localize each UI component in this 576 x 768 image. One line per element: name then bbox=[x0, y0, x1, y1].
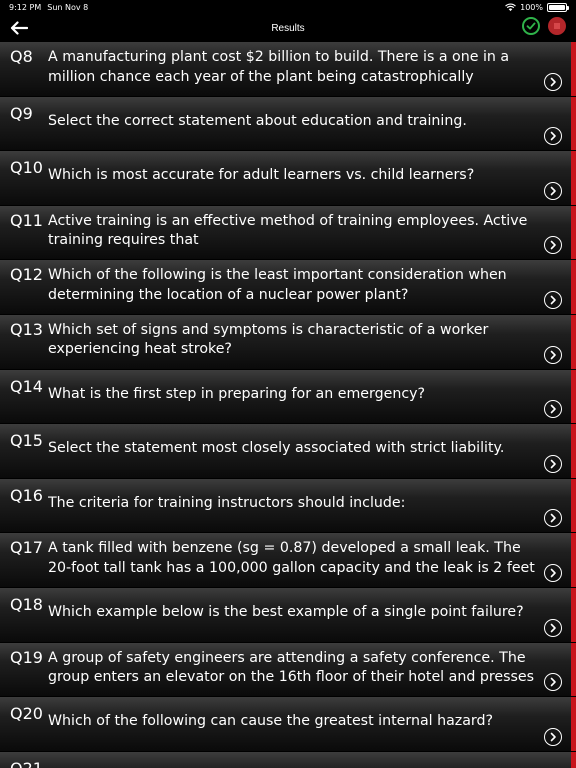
question-row[interactable]: Q11 Active training is an effective metho… bbox=[0, 205, 576, 261]
chevron-right-icon[interactable] bbox=[544, 673, 562, 692]
question-text-line: million chance each year of the plant be… bbox=[48, 68, 474, 85]
question-text: A group of safety engineers are attendin… bbox=[48, 649, 538, 688]
question-number: Q13 bbox=[10, 319, 43, 339]
chevron-right-icon[interactable] bbox=[544, 181, 562, 200]
question-number: Q12 bbox=[10, 265, 43, 285]
question-text: What is the first step in preparing for … bbox=[48, 385, 538, 405]
chevron-right-icon[interactable] bbox=[544, 345, 562, 364]
chevron-right-icon[interactable] bbox=[544, 727, 562, 746]
question-number: Q15 bbox=[10, 431, 43, 451]
question-number: Q14 bbox=[10, 376, 43, 396]
chevron-right-icon[interactable] bbox=[544, 290, 562, 309]
question-text-line: The criteria for training instructors sh… bbox=[48, 494, 406, 511]
question-text-line: group enters an elevator on the 16th flo… bbox=[48, 669, 534, 686]
question-text: Which of the following is the least impo… bbox=[48, 266, 538, 305]
question-text-line: A manufacturing plant cost $2 billion to… bbox=[48, 49, 510, 65]
question-text-line: experiencing heat stroke? bbox=[48, 341, 232, 358]
question-row[interactable]: Q21Given the options below, what is the … bbox=[0, 751, 576, 768]
question-text: Active training is an effective method o… bbox=[48, 212, 538, 251]
question-text: Which example below is the best example … bbox=[48, 603, 538, 623]
chevron-right-icon[interactable] bbox=[544, 618, 562, 637]
question-number: Q20 bbox=[10, 704, 43, 724]
question-text: Select the statement most closely associ… bbox=[48, 439, 538, 459]
status-right: 100% bbox=[505, 2, 569, 12]
arrow-left-icon bbox=[10, 21, 28, 35]
battery-percent: 100% bbox=[520, 2, 543, 12]
question-text-line: Which of the following can cause the gre… bbox=[48, 713, 494, 730]
stop-icon bbox=[554, 23, 560, 29]
chevron-right-icon[interactable] bbox=[544, 127, 562, 146]
question-text-line: Active training is an effective method o… bbox=[48, 212, 528, 229]
question-row[interactable]: Q15 Select the statement most closely ass… bbox=[0, 424, 576, 479]
question-number: Q19 bbox=[10, 647, 43, 667]
question-text-line: Which is most accurate for adult learner… bbox=[48, 167, 475, 184]
question-text: Select the correct statement about educa… bbox=[48, 112, 538, 132]
battery-icon bbox=[547, 2, 569, 12]
question-number: Q8 bbox=[10, 47, 33, 66]
page-title: Results bbox=[271, 22, 305, 34]
question-row[interactable]: Q8 A manufacturing plant cost $2 billion … bbox=[0, 42, 576, 97]
wifi-icon bbox=[505, 3, 516, 11]
question-text-line: A group of safety engineers are attendin… bbox=[48, 649, 526, 666]
question-row[interactable]: Q12 Which of the following is the least i… bbox=[0, 260, 576, 315]
question-text: Which set of signs and symptoms is chara… bbox=[48, 321, 538, 360]
question-text: A manufacturing plant cost $2 billion to… bbox=[48, 48, 538, 87]
status-bar: 9:12 PM Sun Nov 8 100% bbox=[0, 0, 576, 14]
question-number: Q9 bbox=[10, 103, 33, 123]
question-text-line: training requires that bbox=[48, 232, 199, 249]
chevron-right-icon[interactable] bbox=[544, 454, 562, 473]
question-row[interactable]: Q10 Which is most accurate for adult lear… bbox=[0, 151, 576, 206]
status-date: Sun Nov 8 bbox=[47, 2, 89, 12]
chevron-right-icon[interactable] bbox=[544, 509, 562, 528]
results-list: Q8 A manufacturing plant cost $2 billion … bbox=[0, 42, 576, 768]
question-text-line: Select the statement most closely associ… bbox=[48, 440, 505, 457]
question-text-line: Which of the following is the least impo… bbox=[48, 267, 507, 284]
question-row[interactable]: Q17 A tank filled with benzene (sg = 0.87… bbox=[0, 533, 576, 588]
question-row[interactable]: Q18 Which example below is the best examp… bbox=[0, 587, 576, 643]
nav-bar: Results bbox=[0, 14, 576, 42]
question-row[interactable]: Q19 A group of safety engineers are atten… bbox=[0, 642, 576, 698]
question-row[interactable]: Q20 Which of the following can cause the … bbox=[0, 697, 576, 752]
chevron-right-icon[interactable] bbox=[544, 236, 562, 255]
question-text-line: A tank filled with benzene (sg = 0.87) d… bbox=[48, 540, 521, 557]
nav-actions bbox=[522, 17, 566, 35]
question-number: Q16 bbox=[10, 485, 43, 505]
question-text: Which of the following can cause the gre… bbox=[48, 712, 538, 732]
back-button[interactable] bbox=[8, 18, 30, 38]
question-number: Q18 bbox=[10, 594, 43, 614]
question-number: Q11 bbox=[10, 210, 43, 230]
incorrect-filter-button[interactable] bbox=[548, 17, 566, 35]
question-text-line: Select the correct statement about educa… bbox=[48, 112, 467, 129]
question-number: Q17 bbox=[10, 538, 43, 558]
status-time: 9:12 PM bbox=[9, 2, 42, 12]
chevron-right-icon[interactable] bbox=[544, 400, 562, 419]
question-number: Q10 bbox=[10, 158, 43, 178]
question-text: The criteria for training instructors sh… bbox=[48, 494, 538, 514]
question-row[interactable]: Q9 Select the correct statement about edu… bbox=[0, 96, 576, 152]
question-text: A tank filled with benzene (sg = 0.87) d… bbox=[48, 539, 538, 578]
question-number: Q21 bbox=[10, 759, 43, 768]
chevron-right-icon[interactable] bbox=[544, 72, 562, 91]
question-text-line: determining the location of a nuclear po… bbox=[48, 286, 409, 303]
question-row[interactable]: Q16 The criteria for training instructors… bbox=[0, 478, 576, 534]
question-text-line: What is the first step in preparing for … bbox=[48, 385, 426, 402]
question-text-line: Which example below is the best example … bbox=[48, 603, 524, 620]
question-text-line: 20-foot tall tank has a 100,000 gallon c… bbox=[48, 559, 535, 576]
status-left: 9:12 PM Sun Nov 8 bbox=[9, 3, 88, 12]
question-text: Which is most accurate for adult learner… bbox=[48, 166, 538, 186]
question-row[interactable]: Q13 Which set of signs and symptoms is ch… bbox=[0, 314, 576, 370]
question-row[interactable]: Q14 What is the first step in preparing f… bbox=[0, 369, 576, 425]
chevron-right-icon[interactable] bbox=[544, 563, 562, 582]
check-icon bbox=[526, 22, 536, 30]
question-text-line: Which set of signs and symptoms is chara… bbox=[48, 321, 489, 338]
correct-filter-button[interactable] bbox=[522, 17, 540, 35]
